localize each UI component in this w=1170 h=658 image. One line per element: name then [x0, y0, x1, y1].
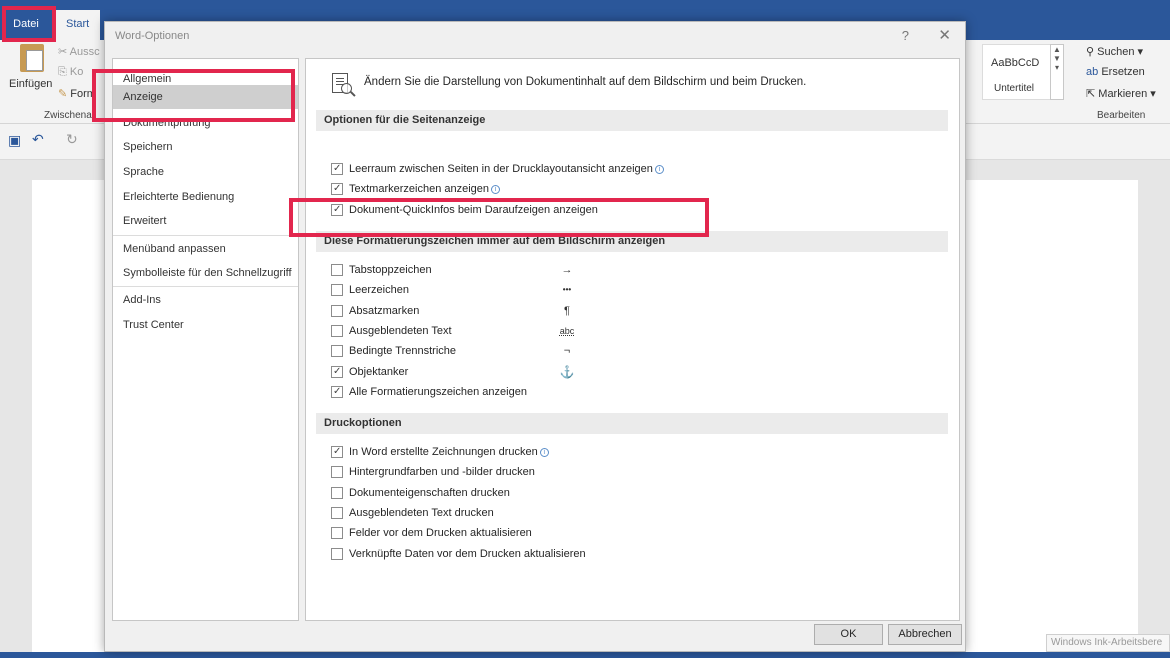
- nav-item-add-ins[interactable]: Add-Ins: [113, 288, 298, 312]
- option-label: Leerzeichen: [349, 284, 409, 296]
- clipboard-group-label: Zwischena: [44, 110, 92, 121]
- option-label: Objektanker: [349, 366, 409, 378]
- nav-divider: [113, 286, 298, 287]
- copy-button[interactable]: ⎘ Ko: [58, 66, 83, 79]
- dialog-title: Word-Optionen: [115, 30, 190, 42]
- pilcrow-icon: ¶: [564, 305, 570, 317]
- paste-button[interactable]: Einfügen: [9, 78, 52, 90]
- checkbox-update-linked-data[interactable]: [331, 548, 343, 560]
- close-button[interactable]: ✕: [938, 26, 951, 44]
- info-icon[interactable]: i: [539, 448, 549, 457]
- checkbox-print-properties[interactable]: [331, 487, 343, 499]
- info-icon[interactable]: i: [491, 185, 501, 194]
- highlight-file-tab: [2, 6, 56, 42]
- style-name: Untertitel: [994, 83, 1035, 94]
- option-label: Tabstoppzeichen: [349, 264, 432, 276]
- redo-icon[interactable]: ↻: [66, 131, 78, 148]
- checkbox-paragraph-marks[interactable]: [331, 305, 343, 317]
- copy-icon: ⎘: [58, 66, 67, 78]
- options-nav: Allgemein Anzeige Dokumentprüfung Speich…: [112, 58, 299, 621]
- nav-item-save[interactable]: Speichern: [113, 135, 298, 159]
- option-label: Felder vor dem Drucken aktualisieren: [349, 527, 532, 539]
- space-dots-icon: •••: [562, 285, 572, 294]
- copy-label: Ko: [69, 66, 84, 78]
- nav-item-trust-center[interactable]: Trust Center: [113, 313, 298, 337]
- search-icon: ⚲: [1086, 46, 1095, 58]
- option-label: In Word erstellte Zeichnungen drucken i: [349, 444, 549, 460]
- cut-label: Aussc: [69, 46, 100, 58]
- option-label: Leerraum zwischen Seiten in der Drucklay…: [349, 161, 664, 177]
- cursor-icon: ⇱: [1086, 88, 1096, 100]
- nav-item-customize-ribbon[interactable]: Menüband anpassen: [113, 237, 298, 261]
- checkbox-tab-characters[interactable]: [331, 264, 343, 276]
- style-preview: AaBbCcD: [991, 57, 1040, 69]
- option-label: Hintergrundfarben und -bilder drucken: [349, 466, 535, 478]
- checkbox-optional-hyphens[interactable]: [331, 345, 343, 357]
- scissors-icon: ✂: [58, 46, 68, 58]
- status-bar: [0, 652, 1170, 658]
- nav-item-accessibility[interactable]: Erleichterte Bedienung: [113, 185, 298, 209]
- save-icon[interactable]: ▣: [8, 132, 21, 149]
- page-description: Ändern Sie die Darstellung von Dokumenti…: [364, 76, 807, 88]
- style-gallery[interactable]: AaBbCcD Untertitel: [982, 44, 1052, 100]
- highlight-formatting-section: [289, 198, 709, 237]
- windows-ink-workspace[interactable]: Windows Ink-Arbeitsbere: [1046, 634, 1170, 652]
- nav-divider: [113, 235, 298, 236]
- find-button[interactable]: ⚲ Suchen ▾: [1086, 45, 1143, 58]
- option-label: Verknüpfte Daten vor dem Drucken aktuali…: [349, 548, 586, 560]
- style-gallery-scroll[interactable]: ▲ ▼ ▾: [1050, 44, 1064, 100]
- undo-icon[interactable]: ↶: [32, 131, 44, 148]
- nav-item-quick-access-toolbar[interactable]: Symbolleiste für den Schnellzugriff: [113, 261, 298, 285]
- cut-button[interactable]: ✂ Aussc: [58, 45, 100, 58]
- option-label: Dokumenteigenschaften drucken: [349, 487, 510, 499]
- magnifier-icon: [341, 83, 352, 94]
- option-label: Ausgeblendeten Text: [349, 325, 452, 337]
- hidden-text-icon: abc: [559, 326, 575, 336]
- paste-icon[interactable]: [20, 44, 44, 72]
- option-label: Bedingte Trennstriche: [349, 345, 457, 357]
- nav-item-language[interactable]: Sprache: [113, 160, 298, 184]
- cancel-button[interactable]: Abbrechen: [888, 624, 962, 645]
- checkbox-print-hidden-text[interactable]: [331, 507, 343, 519]
- option-label: Alle Formatierungszeichen anzeigen: [349, 386, 527, 398]
- nav-item-advanced[interactable]: Erweitert: [113, 209, 298, 233]
- hyphen-icon: ¬: [563, 345, 571, 357]
- editing-group-label: Bearbeiten: [1097, 110, 1146, 121]
- checkbox-update-fields[interactable]: [331, 527, 343, 539]
- display-page-icon: [332, 73, 352, 94]
- checkbox-object-anchors[interactable]: [331, 364, 343, 380]
- option-label: Ausgeblendeten Text drucken: [349, 507, 494, 519]
- checkbox-hidden-text[interactable]: [331, 325, 343, 337]
- tab-start[interactable]: Start: [56, 10, 100, 40]
- option-text: Leerraum zwischen Seiten in der Drucklay…: [349, 163, 653, 175]
- brush-icon: ✎: [58, 88, 68, 100]
- options-content: Ändern Sie die Darstellung von Dokumenti…: [305, 58, 960, 621]
- info-icon[interactable]: i: [654, 165, 664, 174]
- replace-label: Ersetzen: [1101, 66, 1145, 78]
- replace-button[interactable]: ab Ersetzen: [1086, 66, 1145, 78]
- find-label: Suchen: [1097, 46, 1135, 58]
- section-print-options: Druckoptionen: [316, 413, 948, 434]
- checkbox-print-drawings[interactable]: [331, 444, 343, 460]
- option-label: Absatzmarken: [349, 305, 420, 317]
- ok-button[interactable]: OK: [814, 624, 883, 645]
- checkbox-highlighter-marks[interactable]: [331, 181, 343, 197]
- checkbox-all-formatting-marks[interactable]: [331, 384, 343, 400]
- select-button[interactable]: ⇱ Markieren ▾: [1086, 87, 1156, 100]
- highlight-display-nav: [92, 69, 295, 122]
- format-painter-button[interactable]: ✎ Form: [58, 87, 96, 100]
- option-text: In Word erstellte Zeichnungen drucken: [349, 446, 538, 458]
- checkbox-whitespace-between-pages[interactable]: [331, 161, 343, 177]
- help-button[interactable]: ?: [902, 28, 909, 43]
- option-label: Textmarkerzeichen anzeigen i: [349, 181, 501, 197]
- anchor-icon: ⚓: [559, 365, 575, 379]
- option-text: Textmarkerzeichen anzeigen: [349, 183, 490, 195]
- section-page-display: Optionen für die Seitenanzeige: [316, 110, 948, 131]
- select-label: Markieren: [1098, 88, 1148, 100]
- tab-arrow-icon: →: [561, 264, 573, 276]
- checkbox-print-background[interactable]: [331, 466, 343, 478]
- checkbox-spaces[interactable]: [331, 284, 343, 296]
- replace-icon: ab: [1086, 66, 1099, 78]
